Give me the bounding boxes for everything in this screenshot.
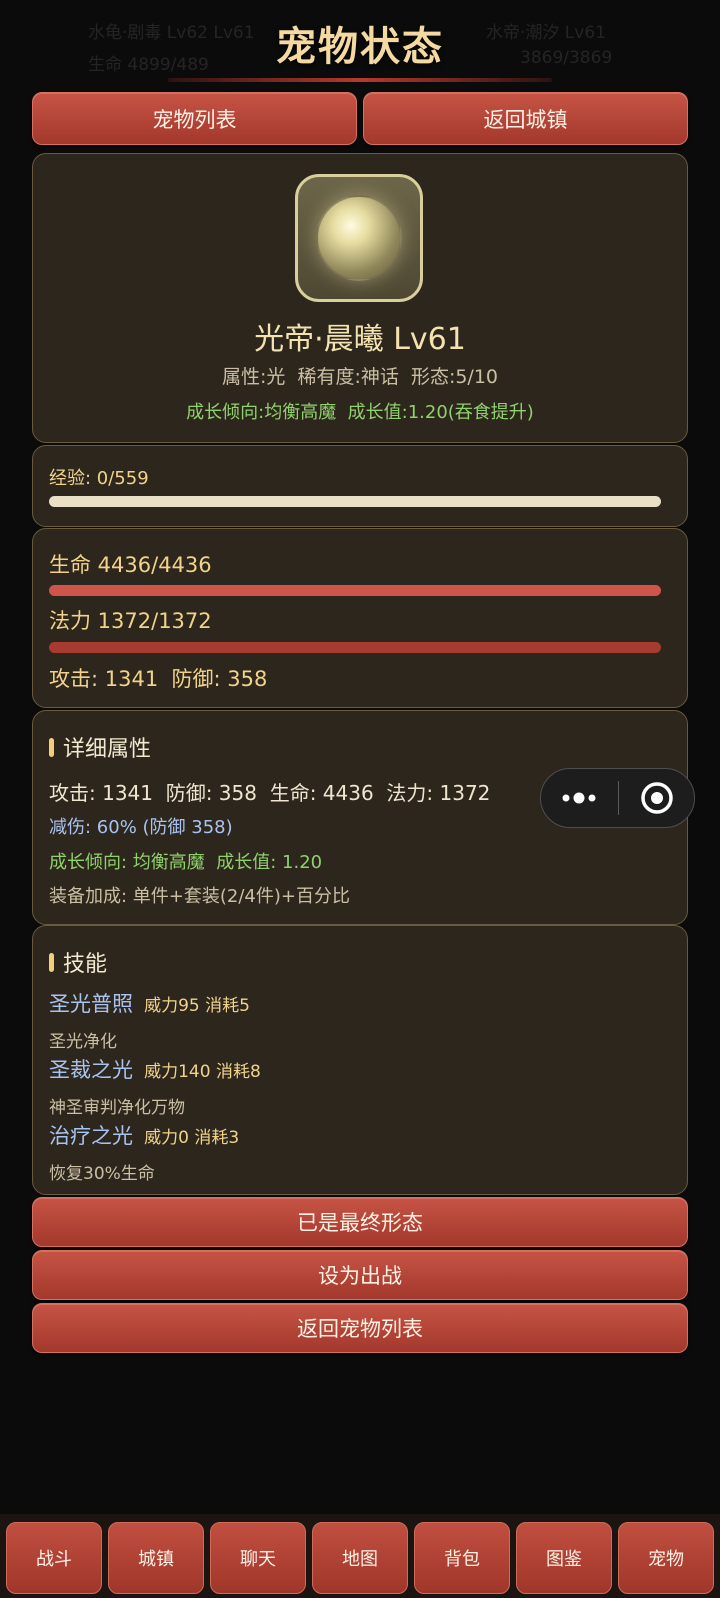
hp-label: 生命 4436/4436: [49, 553, 212, 577]
pet-growth: 成长倾向:均衡高魔 成长值:1.20(吞食提升): [186, 402, 534, 423]
exp-label: 经验: 0/559: [49, 468, 149, 489]
skills-title: 技能: [63, 952, 108, 977]
skill-desc: 神圣审判净化万物: [49, 1098, 185, 1118]
pet-info-panel: 光帝·晨曦 Lv61 属性:光 稀有度:神话 形态:5/10 成长倾向:均衡高魔…: [32, 153, 688, 443]
skill-item[interactable]: 治疗之光 威力0 消耗3: [49, 1120, 239, 1150]
skill-stats: 威力0 消耗3: [144, 1128, 240, 1148]
nav-codex[interactable]: 图鉴: [516, 1522, 612, 1594]
close-miniprogram-button[interactable]: [619, 769, 695, 827]
bottom-nav: 战斗 城镇 聊天 地图 背包 图鉴 宠物: [0, 1514, 720, 1598]
skill-name: 圣裁之光: [49, 1058, 133, 1082]
detail-stats: 攻击: 1341 防御: 358 生命: 4436 法力: 1372: [49, 781, 491, 805]
more-button[interactable]: [541, 769, 618, 827]
section-marker: [49, 952, 54, 972]
back-pet-list-button[interactable]: 返回宠物列表: [32, 1303, 688, 1353]
pet-avatar[interactable]: [295, 174, 423, 302]
pet-list-button[interactable]: 宠物列表: [32, 92, 357, 145]
vitals-panel: 生命 4436/4436 法力 1372/1372 攻击: 1341 防御: 3…: [32, 528, 688, 708]
skill-desc: 圣光净化: [49, 1032, 117, 1052]
exp-bar: [49, 496, 661, 507]
skill-name: 治疗之光: [49, 1124, 133, 1148]
title-underline: [168, 78, 552, 82]
hp-bar: [49, 585, 661, 596]
skills-header: 技能: [49, 946, 107, 978]
detail-growth: 成长倾向: 均衡高魔 成长值: 1.20: [49, 852, 323, 873]
nav-battle[interactable]: 战斗: [6, 1522, 102, 1594]
section-marker: [49, 737, 54, 757]
atk-def-label: 攻击: 1341 防御: 358: [49, 667, 268, 691]
target-close-icon: [641, 782, 673, 814]
return-town-button[interactable]: 返回城镇: [363, 92, 688, 145]
nav-chat[interactable]: 聊天: [210, 1522, 306, 1594]
page-title: 宠物状态: [276, 24, 444, 70]
mp-label: 法力 1372/1372: [49, 609, 212, 633]
skill-stats: 威力95 消耗5: [144, 996, 250, 1016]
set-battle-button[interactable]: 设为出战: [32, 1250, 688, 1300]
nav-town[interactable]: 城镇: [108, 1522, 204, 1594]
nav-bag[interactable]: 背包: [414, 1522, 510, 1594]
exp-panel: 经验: 0/559: [32, 445, 688, 527]
final-form-button[interactable]: 已是最终形态: [32, 1197, 688, 1247]
pet-meta: 属性:光 稀有度:神话 形态:5/10: [221, 366, 499, 388]
nav-pet[interactable]: 宠物: [618, 1522, 714, 1594]
more-dots-icon: [562, 792, 596, 804]
detail-equip: 装备加成: 单件+套装(2/4件)+百分比: [49, 886, 350, 907]
skill-desc: 恢复30%生命: [49, 1164, 155, 1184]
skill-stats: 威力140 消耗8: [144, 1062, 261, 1082]
skill-name: 圣光普照: [49, 992, 133, 1016]
skills-panel: 技能 圣光普照 威力95 消耗5 圣光净化 圣裁之光 威力140 消耗8 神圣审…: [32, 925, 688, 1195]
nav-map[interactable]: 地图: [312, 1522, 408, 1594]
miniprogram-capsule: [540, 768, 695, 828]
mp-bar: [49, 642, 661, 653]
pet-name: 光帝·晨曦 Lv61: [254, 322, 466, 357]
light-orb-icon: [316, 195, 402, 281]
details-header: 详细属性: [49, 731, 151, 763]
details-title: 详细属性: [63, 737, 152, 762]
detail-reduction: 减伤: 60% (防御 358): [49, 817, 233, 838]
skill-item[interactable]: 圣裁之光 威力140 消耗8: [49, 1054, 261, 1084]
skill-item[interactable]: 圣光普照 威力95 消耗5: [49, 988, 250, 1018]
